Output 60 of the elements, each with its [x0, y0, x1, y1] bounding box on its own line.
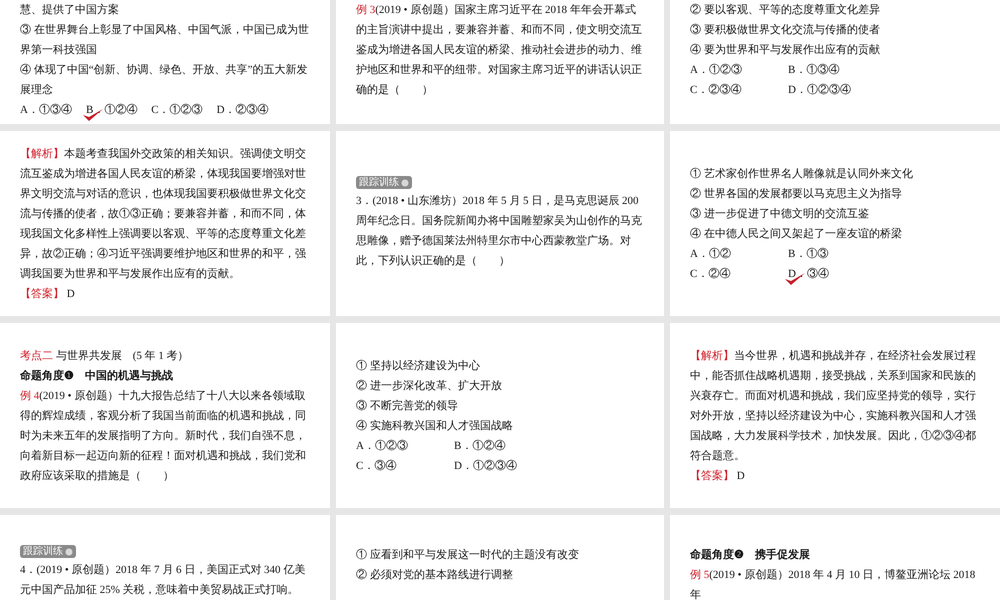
- circle-icon: [65, 548, 73, 556]
- paragraph: ④ 要为世界和平与发展作出应有的贡献: [690, 42, 881, 58]
- paragraph: 慧、提供了中国方案: [20, 2, 120, 18]
- paragraph: ② 进一步深化改革、扩大开放: [356, 378, 503, 394]
- answer-option: A．①③④: [20, 100, 72, 120]
- slide[interactable]: 例 3(2019 • 原创题）国家主席习近平在 2018 年年会开幕式的主旨演讲中提出，要兼容并蓄、和而不同，使文明交流互鉴成为增进各国人民友谊的桥梁、推动社会进步的动力、维护地区和世界和平的纽带。对国家主席习近平的讲话认识正确的是（ ）: [336, 0, 664, 124]
- answer-option: A．①②: [690, 244, 788, 264]
- answer-option: C．③④: [356, 456, 454, 476]
- paragraph: ③ 要积极做世界文化交流与传播的使者: [690, 22, 881, 38]
- tag-label: 跟踪训练: [359, 176, 399, 189]
- paragraph: ④ 体现了中国“创新、协调、绿色、开放、共享”的五大新发展理念: [20, 62, 309, 98]
- paragraph: 【解析】当今世界，机遇和挑战并存，在经济社会发展过程中，能否抓住战略机遇期，接受挑战，关系到国家和民族的兴衰存亡。而面对机遇和挑战，我们应坚持党的领导，实行对外开放，坚持以经济建设为中心，实施科教兴国和人才强国战略，大力发展科学技术，加快发展。因此，①②③④都符合题意。: [690, 348, 977, 464]
- slide[interactable]: ② 要以客观、平等的态度尊重文化差异 ③ 要积极做世界文化交流与传播的使者 ④ 要为世界和平与发展作出应有的贡献 A．①②③ B．①③④ C．②③④ D．①②③④: [670, 0, 1000, 124]
- paragraph: 3．(2018 • 山东潍坊）2018 年 5 月 5 日，是马克思诞辰 200 周年纪念日。国务院新闻办将中国雕塑家吴为山创作的马克思雕像，赠予德国莱法州特里尔市中心西蒙教堂广场。对此，下列认识正确的是（ ）: [356, 194, 643, 269]
- answer-option: C．②④: [690, 264, 788, 284]
- paragraph: 【解析】本题考查我国外交政策的相关知识。强调使文明交流互鉴成为增进各国人民友谊的桥梁，体现我国要增强对世界文明交流与对话的意识，也体现我国要积极做世界文化交流与传播的使者，故①③正确；要兼容并蓄，和而不同，体现我国文化多样性上强调要以客观、平等的态度尊重文化差异，故②正确；④习近平强调要维护地区和世界的和平，强调我国要为世界和平与发展作出应有的贡献。: [20, 146, 307, 282]
- answer-option: D．②③④: [216, 100, 269, 120]
- slide[interactable]: ① 应看到和平与发展这一时代的主题没有改变 ② 必须对党的基本路线进行调整: [336, 515, 664, 600]
- paragraph: ② 世界各国的发展都要以马克思主义为指导: [690, 186, 903, 202]
- answer-option: A．①②③: [356, 436, 454, 456]
- paragraph: 例 3(2019 • 原创题）国家主席习近平在 2018 年年会开幕式的主旨演讲中提出，要兼容并蓄、和而不同，使文明交流互鉴成为增进各国人民友谊的桥梁、推动社会进步的动力、维护地区和世界和平的纽带。对国家主席习近平的讲话认识正确的是（ ）: [356, 2, 643, 98]
- heading: 命题角度❶ 中国的机遇与挑战: [20, 368, 174, 384]
- paragraph: 例 4(2019 • 原创题）十九大报告总结了十八大以来各领域取得的辉煌成绩，客观分析了我国当前面临的机遇和挑战，同时为未来五年的发展指明了方向。新时代，我们自强不息，向着新目标一起迈向新的征程！面对机遇和挑战，我们党和政府应该采取的措施是（ ）: [20, 388, 307, 484]
- answer-option: D．③④: [788, 264, 980, 284]
- heading: 命题角度❷ 携手促发展: [690, 548, 811, 563]
- paragraph: ③ 在世界舞台上彰显了中国风格、中国气派，中国已成为世界第一科技强国: [20, 22, 310, 58]
- paragraph: 【答案】 D: [690, 468, 746, 484]
- slide[interactable]: 跟踪训练 3．(2018 • 山东潍坊）2018 年 5 月 5 日，是马克思诞辰 200 周年纪念日。国务院新闻办将中国雕塑家吴为山创作的马克思雕像，赠予德国莱法州特里尔市中心西蒙教堂广场。对此，下列认识正确的是（ ）: [336, 131, 664, 316]
- answer-option: D．①②③④: [454, 456, 644, 476]
- slide[interactable]: 【解析】当今世界，机遇和挑战并存，在经济社会发展过程中，能否抓住战略机遇期，接受挑战，关系到国家和民族的兴衰存亡。而面对机遇和挑战，我们应坚持党的领导，实行对外开放，坚持以经济建设为中心，实施科教兴国和人才强国战略，大力发展科学技术，加快发展。因此，①②③④都符合题意。 【答案】 D: [670, 323, 1000, 508]
- slide[interactable]: ① 艺术家创作世界名人雕像就是认同外来文化 ② 世界各国的发展都要以马克思主义为指导 ③ 进一步促进了中德文明的交流互鉴 ④ 在中德人民之间又架起了一座友谊的桥梁 A．①② B．①③ C．②④ D．③④: [670, 131, 1000, 316]
- circle-icon: [401, 178, 409, 186]
- paragraph: 考点二 与世界共发展 (5 年 1 考）: [20, 348, 190, 364]
- answer-option: B．①②④: [86, 100, 138, 120]
- answer-option: C．②③④: [690, 80, 788, 100]
- answer-option: A．①②③: [690, 60, 788, 80]
- paragraph: ③ 不断完善党的领导: [356, 398, 459, 414]
- paragraph: ④ 在中德人民之间又架起了一座友谊的桥梁: [690, 226, 903, 242]
- paragraph: ③ 进一步促进了中德文明的交流互鉴: [690, 206, 870, 222]
- paragraph: ① 坚持以经济建设为中心: [356, 358, 481, 374]
- paragraph: ② 必须对党的基本路线进行调整: [356, 568, 514, 583]
- answer-option: B．①②④: [454, 436, 644, 456]
- slide[interactable]: ① 坚持以经济建设为中心 ② 进一步深化改革、扩大开放 ③ 不断完善党的领导 ④ 实施科教兴国和人才强国战略 A．①②③ B．①②④ C．③④ D．①②③④: [336, 323, 664, 508]
- slide[interactable]: 考点二 与世界共发展 (5 年 1 考） 命题角度❶ 中国的机遇与挑战 例 4(2019 • 原创题）十九大报告总结了十八大以来各领域取得的辉煌成绩，客观分析了我国当前面临的机遇和挑战，同时为未来五年的发展指明了方向。新时代，我们自强不息，向着新目标一起迈向新的征程！面对机遇和挑战，我们党和政府应该采取的措施是（ ）: [0, 323, 330, 508]
- tag-label: 跟踪训练: [23, 545, 63, 558]
- paragraph: 【答案】 D: [20, 286, 76, 302]
- slide[interactable]: 慧、提供了中国方案 ③ 在世界舞台上彰显了中国风格、中国气派，中国已成为世界第一科技强国 ④ 体现了中国“创新、协调、绿色、开放、共享”的五大新发展理念 A．①③④ B．①②④ C．①②③ D．②③④: [0, 0, 330, 124]
- slide[interactable]: 命题角度❷ 携手促发展 例 5(2019 • 原创题）2018 年 4 月 10 日，博鳌亚洲论坛 2018 年: [670, 515, 1000, 600]
- slide[interactable]: 跟踪训练 4．(2019 • 原创题）2018 年 7 月 6 日，美国正式对 340 亿美元中国产品加征 25% 关税，意味着中美贸易战正式打响。: [0, 515, 330, 600]
- slide[interactable]: 【解析】本题考查我国外交政策的相关知识。强调使文明交流互鉴成为增进各国人民友谊的桥梁，体现我国要增强对世界文明交流与对话的意识，也体现我国要积极做世界文化交流与传播的使者，故①③正确；要兼容并蓄，和而不同，体现我国文化多样性上强调要以客观、平等的态度尊重文化差异，故②正确；④习近平强调要维护地区和世界的和平，强调我国要为世界和平与发展作出应有的贡献。 【答案】 D: [0, 131, 330, 316]
- answer-option: B．①③④: [788, 60, 980, 80]
- answer-option: D．①②③④: [788, 80, 980, 100]
- paragraph: ① 艺术家创作世界名人雕像就是认同外来文化: [690, 166, 914, 182]
- paragraph: ② 要以客观、平等的态度尊重文化差异: [690, 2, 881, 18]
- answer-option: C．①②③: [151, 100, 203, 120]
- paragraph: 例 5(2019 • 原创题）2018 年 4 月 10 日，博鳌亚洲论坛 2018 年: [690, 568, 976, 600]
- answer-option: B．①③: [788, 244, 980, 264]
- paragraph: ④ 实施科教兴国和人才强国战略: [356, 418, 514, 434]
- paragraph: 4．(2019 • 原创题）2018 年 7 月 6 日，美国正式对 340 亿美元中国产品加征 25% 关税，意味着中美贸易战正式打响。: [20, 562, 306, 598]
- paragraph: ① 应看到和平与发展这一时代的主题没有改变: [356, 548, 580, 563]
